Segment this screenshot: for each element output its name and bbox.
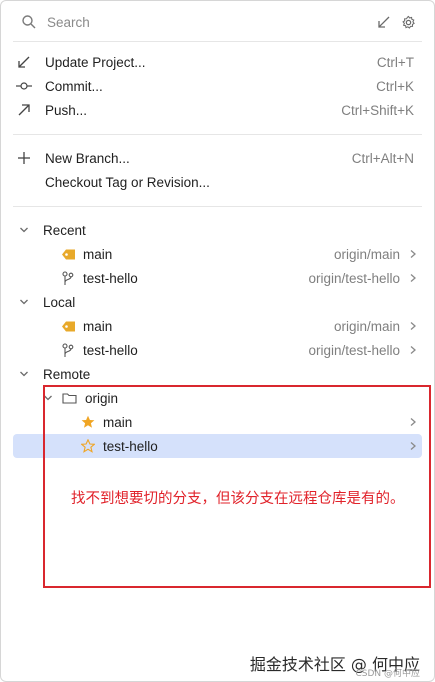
tracking-branch: origin/main: [333, 318, 400, 334]
update-project-icon: [13, 55, 35, 69]
branch-icon: [57, 270, 79, 286]
commit-label: Commit...: [45, 78, 103, 94]
search-input[interactable]: Search: [47, 15, 377, 30]
chevron-right-icon: [406, 321, 420, 331]
divider: [13, 41, 422, 42]
tracking-branch: origin/test-hello: [308, 342, 400, 358]
checkout-tag-label: Checkout Tag or Revision...: [45, 174, 210, 190]
push-label: Push...: [45, 102, 88, 118]
update-project-shortcut: Ctrl+T: [376, 54, 414, 70]
recent-section-header[interactable]: Recent: [13, 218, 422, 242]
branch-icon: [57, 342, 79, 358]
tracking-branch: origin/test-hello: [308, 270, 400, 286]
divider: [13, 206, 422, 207]
tag-icon: [57, 248, 79, 261]
new-branch-item[interactable]: New Branch... Ctrl+Alt+N: [13, 146, 422, 170]
branch-name: main: [83, 246, 113, 262]
commit-shortcut: Ctrl+K: [376, 78, 414, 94]
branch-name: test-hello: [83, 342, 138, 358]
recent-branch-test-hello[interactable]: test-hello origin/test-hello: [13, 266, 422, 290]
update-project-label: Update Project...: [45, 54, 146, 70]
plus-icon: [13, 151, 35, 165]
annotation-text: 找不到想要切的分支，但该分支在远程仓库是有的。: [71, 491, 405, 507]
push-shortcut: Ctrl+Shift+K: [341, 102, 414, 118]
chevron-down-icon: [15, 297, 33, 307]
divider: [13, 134, 422, 135]
local-branch-test-hello[interactable]: test-hello origin/test-hello: [13, 338, 422, 362]
recent-branch-main[interactable]: main origin/main: [13, 242, 422, 266]
remote-section-title: Remote: [43, 366, 91, 382]
branch-name: main: [83, 318, 113, 334]
search-icon: [21, 14, 37, 30]
gear-icon[interactable]: [401, 15, 416, 30]
chevron-down-icon: [15, 369, 33, 379]
search-bar[interactable]: Search: [13, 9, 422, 35]
commit-item[interactable]: Commit... Ctrl+K: [13, 74, 422, 98]
new-branch-label: New Branch...: [45, 150, 130, 166]
recent-section-title: Recent: [43, 222, 86, 238]
local-branch-main[interactable]: main origin/main: [13, 314, 422, 338]
branches-popup: Search Update Project... Ctrl+T Commit..…: [0, 0, 435, 682]
local-section-header[interactable]: Local: [13, 290, 422, 314]
new-branch-shortcut: Ctrl+Alt+N: [351, 150, 414, 166]
push-icon: [13, 103, 35, 117]
push-item[interactable]: Push... Ctrl+Shift+K: [13, 98, 422, 122]
chevron-right-icon: [406, 345, 420, 355]
update-project-item[interactable]: Update Project... Ctrl+T: [13, 50, 422, 74]
chevron-down-icon: [15, 225, 33, 235]
remote-section-header[interactable]: Remote: [13, 362, 422, 386]
tag-icon: [57, 320, 79, 333]
tracking-branch: origin/main: [333, 246, 400, 262]
chevron-right-icon: [406, 273, 420, 283]
branch-name: test-hello: [83, 270, 138, 286]
chevron-right-icon: [406, 249, 420, 259]
watermark-sub: CSDN @何中应: [355, 669, 420, 679]
local-section-title: Local: [43, 294, 76, 310]
checkout-tag-item[interactable]: Checkout Tag or Revision...: [13, 170, 422, 194]
update-icon[interactable]: [377, 15, 391, 29]
commit-icon: [13, 81, 35, 91]
